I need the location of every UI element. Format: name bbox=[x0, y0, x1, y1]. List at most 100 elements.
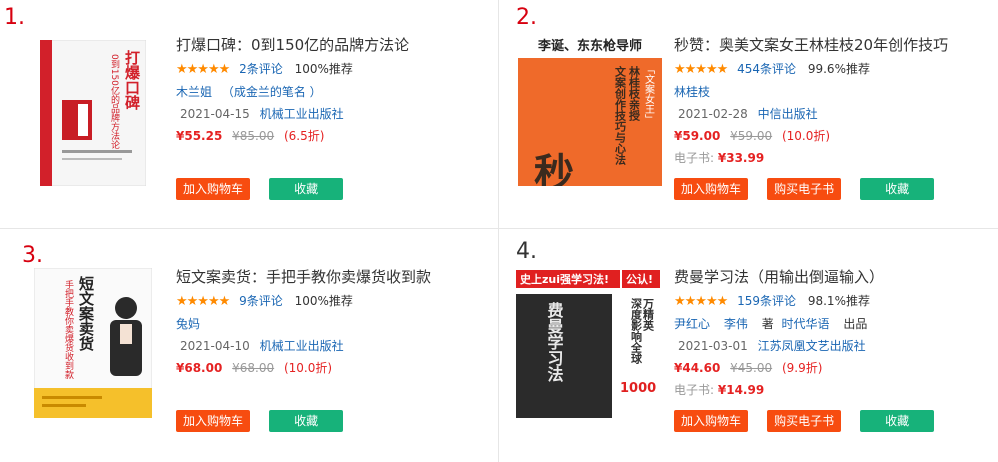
original-price: ¥85.00 bbox=[232, 129, 275, 143]
current-price: ¥44.60 bbox=[674, 361, 721, 375]
add-to-cart-button[interactable]: 加入购物车 bbox=[674, 410, 748, 432]
cover-side-text-2: 万精英 bbox=[642, 298, 656, 332]
book-cover[interactable]: 李诞、东东枪导师 秒赞 林桂枝亲授 文案创作技巧与心法 「文案女王」 bbox=[516, 36, 664, 186]
action-buttons: 加入购物车 收藏 bbox=[176, 178, 357, 200]
recommend-rate: 100%推荐 bbox=[294, 62, 353, 76]
book-card-4: 4. 史上zui强学习法! 公认! 费曼学习法 深度影响全球 1000 万精英 … bbox=[498, 232, 978, 452]
book-card-1: 1. 打爆口碑 0到150亿的品牌方法论 打爆口碑：0到150亿的品牌方法论 ★… bbox=[0, 0, 480, 220]
book-cover[interactable]: 短文案卖货 手把手教你卖爆货收到款 bbox=[34, 268, 152, 418]
cover-big-title: 秒赞 bbox=[527, 152, 574, 186]
book-card-3: 3. 短文案卖货 手把手教你卖爆货收到款 短文案卖货：手把手教你卖爆货收到款 ★… bbox=[0, 232, 480, 452]
favorite-button[interactable]: 收藏 bbox=[269, 178, 344, 200]
publish-row: 2021-02-28 中信出版社 bbox=[674, 105, 974, 123]
author-link[interactable]: 林桂枝 bbox=[674, 85, 710, 99]
buy-ebook-button[interactable]: 购买电子书 bbox=[767, 178, 842, 200]
review-count-link[interactable]: 454条评论 bbox=[737, 62, 796, 76]
cover-big-title: 短文案卖货 bbox=[77, 275, 95, 352]
cover-number: 1000 bbox=[620, 381, 656, 396]
original-price: ¥45.00 bbox=[730, 361, 773, 375]
rank-number: 3. bbox=[22, 243, 43, 268]
buy-ebook-button[interactable]: 购买电子书 bbox=[767, 410, 842, 432]
book-title[interactable]: 打爆口碑：0到150亿的品牌方法论 bbox=[176, 34, 476, 56]
favorite-button[interactable]: 收藏 bbox=[269, 410, 344, 432]
author-link-2[interactable]: 李伟 bbox=[724, 317, 748, 331]
author-role: 著 bbox=[761, 317, 774, 331]
review-count-link[interactable]: 159条评论 bbox=[737, 294, 796, 308]
recommend-rate: 98.1%推荐 bbox=[807, 294, 870, 308]
current-price: ¥68.00 bbox=[176, 361, 223, 375]
author-row: 尹红心 李伟 著 时代华语 出品 bbox=[674, 315, 974, 333]
review-count-link[interactable]: 2条评论 bbox=[239, 62, 283, 76]
cover-banner: 李诞、东东枪导师 bbox=[537, 38, 642, 54]
book-info: 费曼学习法（用输出倒逼输入） ★★★★★ 159条评论 98.1%推荐 尹红心 … bbox=[674, 266, 974, 399]
cover-title: 打爆口碑 bbox=[123, 49, 141, 111]
book-cover[interactable]: 打爆口碑 0到150亿的品牌方法论 bbox=[40, 40, 146, 186]
book-title[interactable]: 短文案卖货：手把手教你卖爆货收到款 bbox=[176, 266, 476, 288]
cover-side-text-2: 文案创作技巧与心法 bbox=[614, 65, 628, 166]
star-rating: ★★★★★ bbox=[176, 62, 230, 77]
star-rating: ★★★★★ bbox=[674, 294, 728, 309]
star-rating: ★★★★★ bbox=[176, 294, 230, 309]
discount: (6.5折) bbox=[283, 129, 325, 143]
publish-date: 2021-03-01 bbox=[678, 339, 748, 353]
recommend-rate: 100%推荐 bbox=[294, 294, 353, 308]
book-title[interactable]: 费曼学习法（用输出倒逼输入） bbox=[674, 266, 974, 288]
price-row: ¥59.00 ¥59.00 (10.0折) bbox=[674, 127, 974, 145]
ebook-label: 电子书: bbox=[674, 151, 715, 165]
add-to-cart-button[interactable]: 加入购物车 bbox=[176, 410, 250, 432]
cover-side-text: 林桂枝亲授 bbox=[628, 65, 642, 122]
author-link[interactable]: 尹红心 bbox=[674, 317, 710, 331]
author-link[interactable]: 木兰姐 bbox=[176, 85, 212, 99]
favorite-button[interactable]: 收藏 bbox=[860, 178, 935, 200]
rank-number: 1. bbox=[4, 5, 25, 30]
publish-row: 2021-03-01 江苏凤凰文艺出版社 bbox=[674, 337, 974, 355]
current-price: ¥59.00 bbox=[674, 129, 721, 143]
ebook-price: ¥33.99 bbox=[717, 151, 765, 165]
favorite-button[interactable]: 收藏 bbox=[860, 410, 935, 432]
cover-banner-2: 公认! bbox=[626, 272, 653, 286]
cover-tag: 「文案女王」 bbox=[643, 64, 655, 124]
author-row: 木兰姐 （成金兰的笔名 ） bbox=[176, 83, 476, 101]
ebook-row: 电子书: ¥14.99 bbox=[674, 381, 974, 399]
publisher-link[interactable]: 机械工业出版社 bbox=[260, 339, 344, 353]
cover-art: 史上zui强学习法! 公认! 费曼学习法 深度影响全球 1000 万精英 bbox=[516, 268, 664, 418]
review-count-link[interactable]: 9条评论 bbox=[239, 294, 283, 308]
publisher-link[interactable]: 机械工业出版社 bbox=[260, 107, 344, 121]
publish-date: 2021-04-15 bbox=[180, 107, 250, 121]
publisher-link[interactable]: 中信出版社 bbox=[758, 107, 818, 121]
publish-date: 2021-02-28 bbox=[678, 107, 748, 121]
add-to-cart-button[interactable]: 加入购物车 bbox=[674, 178, 748, 200]
original-price: ¥59.00 bbox=[730, 129, 773, 143]
cover-banner: 史上zui强学习法! bbox=[520, 272, 609, 286]
publish-date: 2021-04-10 bbox=[180, 339, 250, 353]
book-cover[interactable]: 史上zui强学习法! 公认! 费曼学习法 深度影响全球 1000 万精英 bbox=[516, 268, 664, 418]
ebook-price: ¥14.99 bbox=[717, 383, 765, 397]
star-rating: ★★★★★ bbox=[674, 62, 728, 77]
current-price: ¥55.25 bbox=[176, 129, 223, 143]
publisher-link[interactable]: 江苏凤凰文艺出版社 bbox=[758, 339, 866, 353]
book-title[interactable]: 秒赞：奥美文案女王林桂枝20年创作技巧 bbox=[674, 34, 974, 56]
discount: (10.0折) bbox=[283, 361, 333, 375]
price-row: ¥68.00 ¥68.00 (10.0折) bbox=[176, 359, 476, 377]
discount: (9.9折) bbox=[781, 361, 823, 375]
price-row: ¥55.25 ¥85.00 (6.5折) bbox=[176, 127, 476, 145]
discount: (10.0折) bbox=[781, 129, 831, 143]
ebook-row: 电子书: ¥33.99 bbox=[674, 149, 974, 167]
cover-art: 短文案卖货 手把手教你卖爆货收到款 bbox=[34, 268, 152, 418]
author-note[interactable]: （成金兰的笔名 ） bbox=[222, 85, 322, 99]
cover-art: 打爆口碑 0到150亿的品牌方法论 bbox=[40, 40, 146, 186]
publish-row: 2021-04-15 机械工业出版社 bbox=[176, 105, 476, 123]
add-to-cart-button[interactable]: 加入购物车 bbox=[176, 178, 250, 200]
action-buttons: 加入购物车 收藏 bbox=[176, 410, 357, 432]
ebook-label: 电子书: bbox=[674, 383, 715, 397]
book-info: 秒赞：奥美文案女王林桂枝20年创作技巧 ★★★★★ 454条评论 99.6%推荐… bbox=[674, 34, 974, 167]
rating-row: ★★★★★ 159条评论 98.1%推荐 bbox=[674, 292, 974, 311]
book-card-2: 2. 李诞、东东枪导师 秒赞 林桂枝亲授 文案创作技巧与心法 「文案女王」 秒赞… bbox=[498, 0, 978, 220]
author-row: 兔妈 bbox=[176, 315, 476, 333]
original-price: ¥68.00 bbox=[232, 361, 275, 375]
author-link[interactable]: 兔妈 bbox=[176, 317, 200, 331]
publisher-brand-link[interactable]: 时代华语 bbox=[782, 317, 830, 331]
publisher-role: 出品 bbox=[843, 317, 868, 331]
action-buttons: 加入购物车 购买电子书 收藏 bbox=[674, 178, 948, 200]
rating-row: ★★★★★ 2条评论 100%推荐 bbox=[176, 60, 476, 79]
